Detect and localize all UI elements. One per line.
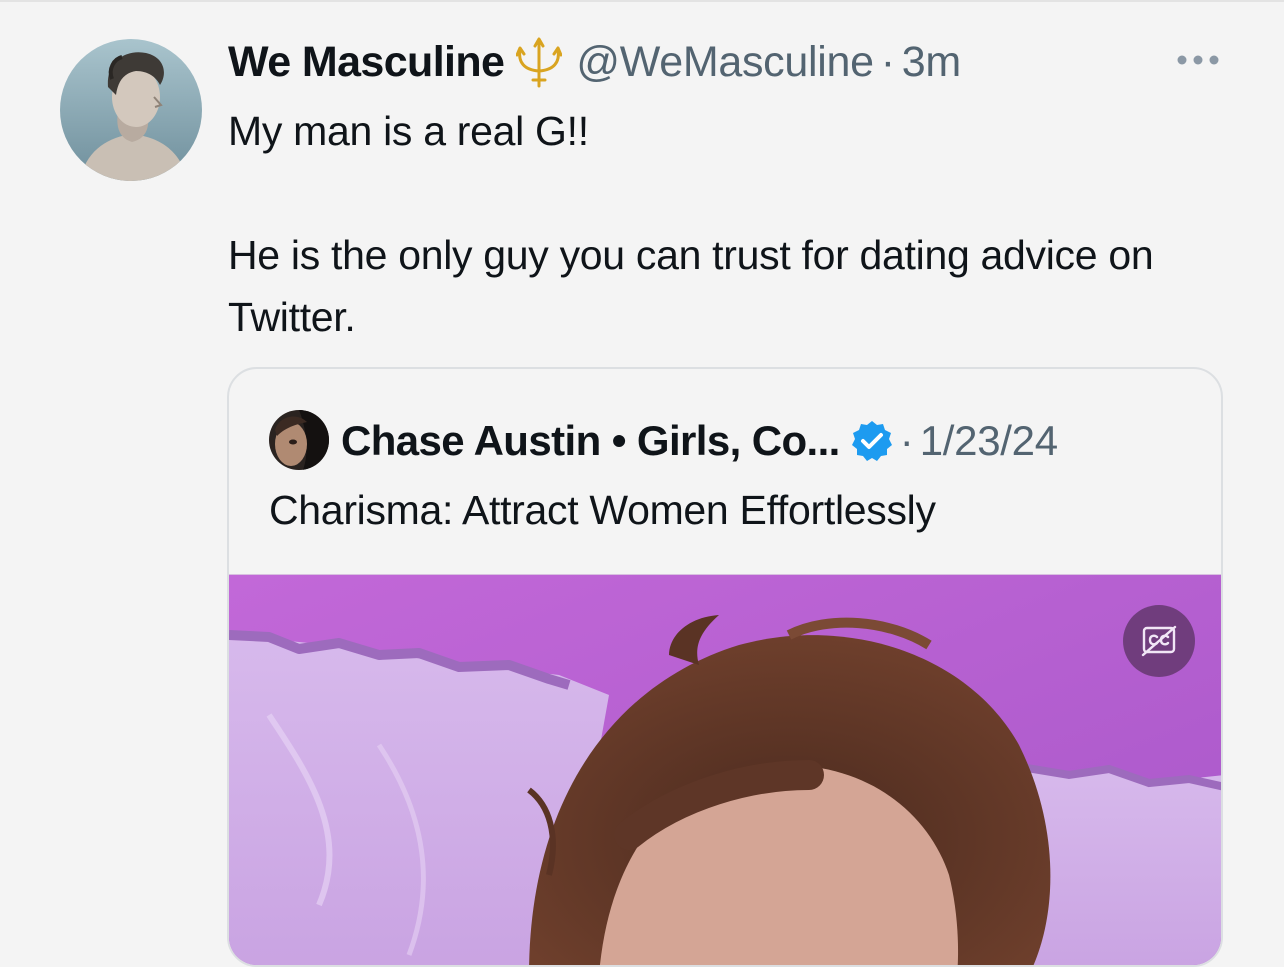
more-options-icon[interactable] — [1172, 44, 1224, 76]
quoted-tweet-date[interactable]: 1/23/24 — [920, 417, 1058, 465]
quoted-header-separator: · — [899, 417, 914, 464]
quoted-author-avatar[interactable] — [269, 410, 329, 470]
quoted-tweet-text: Charisma: Attract Women Effortlessly — [269, 487, 936, 533]
trident-icon — [516, 36, 563, 88]
verified-badge-icon — [850, 419, 894, 463]
tweet-timestamp[interactable]: 3m — [902, 38, 961, 87]
quoted-video[interactable] — [229, 574, 1221, 965]
quoted-tweet-header: Chase Austin • Girls, Co... · 1/23/24 — [341, 411, 1058, 471]
author-handle[interactable]: @WeMasculine — [576, 38, 874, 87]
top-divider — [0, 0, 1284, 2]
author-avatar[interactable] — [60, 39, 202, 181]
quoted-tweet-card[interactable]: Chase Austin • Girls, Co... · 1/23/24 Ch… — [227, 367, 1223, 967]
tweet-header: We Masculine @WeMasculine · 3m — [228, 34, 961, 90]
captions-off-icon[interactable] — [1123, 605, 1195, 677]
tweet-text: My man is a real G!! He is the only guy … — [228, 108, 1154, 340]
quoted-author-name[interactable]: Chase Austin • Girls, Co... — [341, 417, 840, 465]
author-name[interactable]: We Masculine — [228, 38, 505, 87]
header-separator: · — [880, 37, 895, 86]
